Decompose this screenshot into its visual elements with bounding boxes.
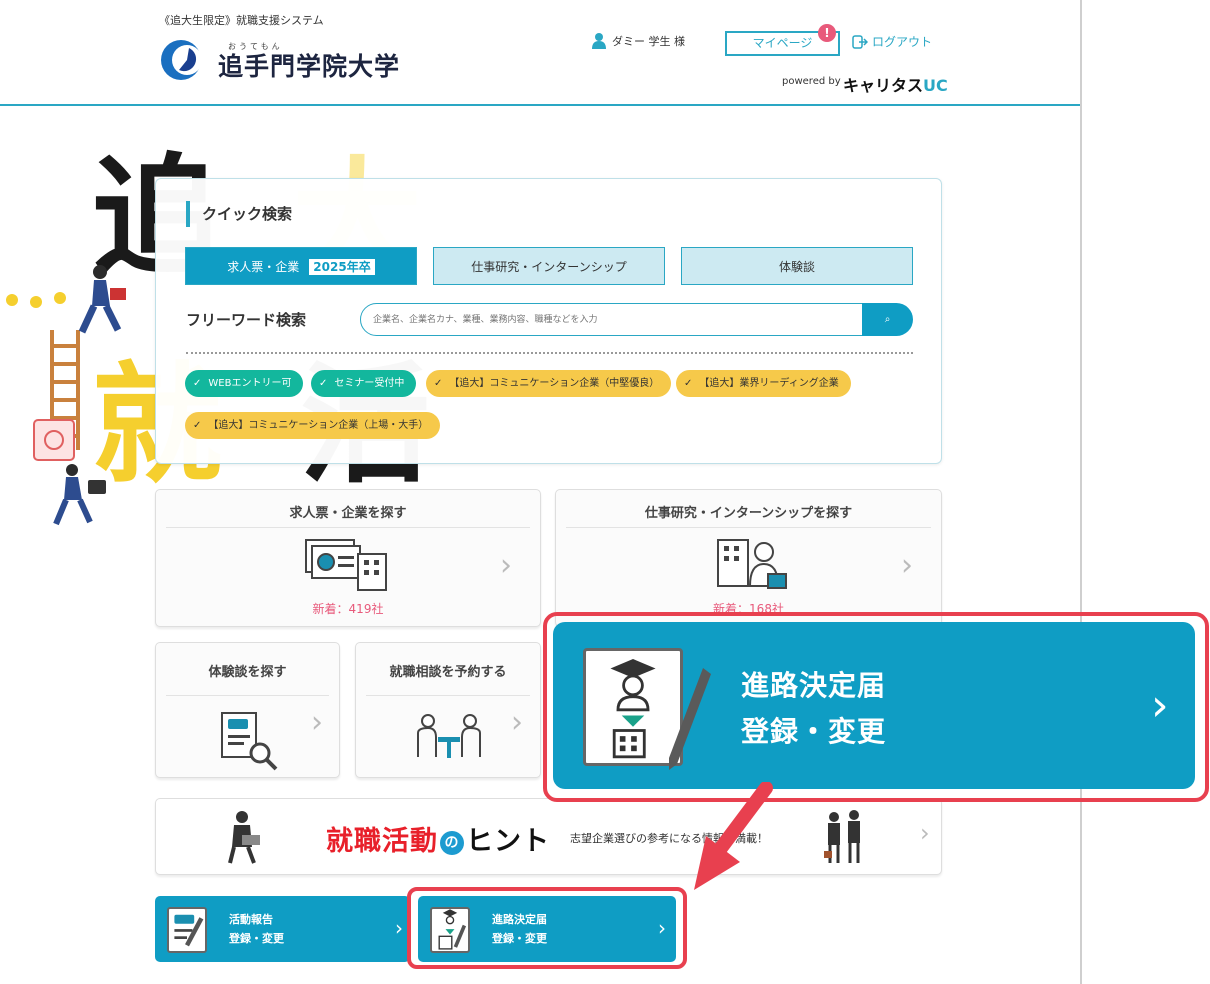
handshake-illustration xyxy=(824,810,860,863)
chevron-right-icon: › xyxy=(901,548,913,583)
tab-experiences[interactable]: 体験談 xyxy=(681,247,913,285)
user-name: ダミー 学生 様 xyxy=(612,35,685,48)
laptop-person-illustration xyxy=(228,811,260,864)
user-icon xyxy=(592,33,606,49)
divider xyxy=(186,352,913,354)
check-icon: ✓ xyxy=(193,378,202,389)
provider-name-main: キャリタス xyxy=(843,76,924,95)
tab-label: 求人票・企業 xyxy=(227,260,300,274)
document-search-icon xyxy=(221,712,278,771)
freeword-search-label: フリーワード検索 xyxy=(186,311,307,329)
quick-search-panel: クイック検索 求人票・企業 2025年卒 仕事研究・インターンシップ 体験談 フリ… xyxy=(155,178,942,464)
coin-decoration xyxy=(54,292,66,304)
university-logo-icon xyxy=(161,40,202,80)
hint-title-part2: の xyxy=(440,830,464,855)
page-frame: 《追大生限定》就職支援システム おうてもん 追手門学院大学 ダミー 学生 様 マ… xyxy=(0,0,1082,984)
find-jobs-card[interactable]: 求人票・企業を探す 新着：419社 › xyxy=(155,489,541,627)
card-title: 求人票・企業を探す xyxy=(289,506,407,521)
tag-label: セミナー受付中 xyxy=(334,378,405,389)
chevron-right-icon: › xyxy=(311,705,323,740)
tag-web-entry[interactable]: ✓ WEBエントリー可 xyxy=(185,370,304,397)
divider xyxy=(366,695,530,696)
climbing-person-illustration xyxy=(53,464,106,526)
search-icon: ⌕ xyxy=(884,314,891,325)
hint-title-part1: 就職活動 xyxy=(326,826,438,857)
tab-job-research-internship[interactable]: 仕事研究・インターンシップ xyxy=(433,247,665,285)
tab-jobs-companies[interactable]: 求人票・企業 2025年卒 xyxy=(185,247,417,285)
divider xyxy=(166,527,530,528)
tag-communication-listed[interactable]: ✓ 【追大】コミュニケーション企業（上場・大手） xyxy=(185,412,441,439)
tag-label: WEBエントリー可 xyxy=(208,378,292,389)
hint-title-part3: ヒント xyxy=(466,826,550,857)
button-label-line2: 登録・変更 xyxy=(229,932,284,945)
check-icon: ✓ xyxy=(319,378,328,389)
new-companies-count: 新着：419社 xyxy=(312,602,384,616)
check-icon: ✓ xyxy=(193,420,202,431)
clock-illustration xyxy=(33,419,75,461)
chevron-right-icon: › xyxy=(920,819,930,847)
site-header: 《追大生限定》就職支援システム おうてもん 追手門学院大学 ダミー 学生 様 マ… xyxy=(0,0,1080,106)
tag-seminar-open[interactable]: ✓ セミナー受付中 xyxy=(311,370,417,397)
coin-decoration xyxy=(30,296,42,308)
user-info: ダミー 学生 様 xyxy=(592,33,685,49)
logout-link[interactable]: ログアウト xyxy=(852,33,932,50)
chevron-right-icon: › xyxy=(511,705,523,740)
system-name: 《追大生限定》就職支援システム xyxy=(159,14,324,27)
office-worker-icon xyxy=(717,539,787,589)
pointer-arrow-icon xyxy=(694,782,773,890)
book-consultation-card[interactable]: 就職相談を予約する › xyxy=(355,642,541,778)
card-title: 体験談を探す xyxy=(208,665,287,680)
divider xyxy=(166,695,329,696)
tag-communication-mid[interactable]: ✓ 【追大】コミュニケーション企業（中堅優良） xyxy=(426,370,672,397)
freeword-search-input[interactable] xyxy=(360,303,864,336)
logout-label: ログアウト xyxy=(872,35,933,49)
hint-title: 就職活動のヒント xyxy=(326,819,550,858)
divider xyxy=(566,527,931,528)
logout-icon xyxy=(852,34,868,49)
check-icon: ✓ xyxy=(434,378,443,389)
search-button[interactable]: ⌕ xyxy=(862,303,913,336)
tag-label: 【追大】コミュニケーション企業（上場・大手） xyxy=(208,420,429,431)
quick-search-title: クイック検索 xyxy=(186,201,292,227)
highlight-outline-small xyxy=(407,887,687,969)
button-label-line1: 活動報告 xyxy=(229,913,273,926)
university-name[interactable]: 追手門学院大学 xyxy=(218,47,400,83)
graduation-year-badge: 2025年卒 xyxy=(309,259,375,275)
activity-report-button[interactable]: 活動報告 登録・変更 › xyxy=(155,896,410,962)
card-title: 就職相談を予約する xyxy=(389,665,507,680)
meeting-icon xyxy=(417,714,481,758)
tag-label: 【追大】業界リーディング企業 xyxy=(699,378,839,389)
running-person-illustration xyxy=(78,265,126,334)
tag-industry-leading[interactable]: ✓ 【追大】業界リーディング企業 xyxy=(676,370,851,397)
report-icon xyxy=(167,907,207,953)
notification-badge[interactable]: ! xyxy=(818,24,836,42)
card-title: 仕事研究・インターンシップを探す xyxy=(644,506,853,521)
coin-decoration xyxy=(6,294,18,306)
provider-name-accent: UC xyxy=(923,76,948,95)
job-hunting-hint-banner[interactable]: 就職活動のヒント 志望企業選びの参考になる情報が満載！ › xyxy=(155,798,942,875)
chevron-right-icon: › xyxy=(500,548,512,583)
tag-label: 【追大】コミュニケーション企業（中堅優良） xyxy=(449,378,660,389)
find-experiences-card[interactable]: 体験談を探す › xyxy=(155,642,340,778)
powered-by-label: powered by xyxy=(782,76,841,87)
provider-logo: キャリタスUC xyxy=(843,72,948,96)
job-listing-icon xyxy=(305,539,387,591)
chevron-right-icon: › xyxy=(395,916,403,940)
check-icon: ✓ xyxy=(684,378,693,389)
highlight-outline-large xyxy=(543,612,1209,802)
find-research-card[interactable]: 仕事研究・インターンシップを探す 新着：168社 › xyxy=(555,489,942,627)
